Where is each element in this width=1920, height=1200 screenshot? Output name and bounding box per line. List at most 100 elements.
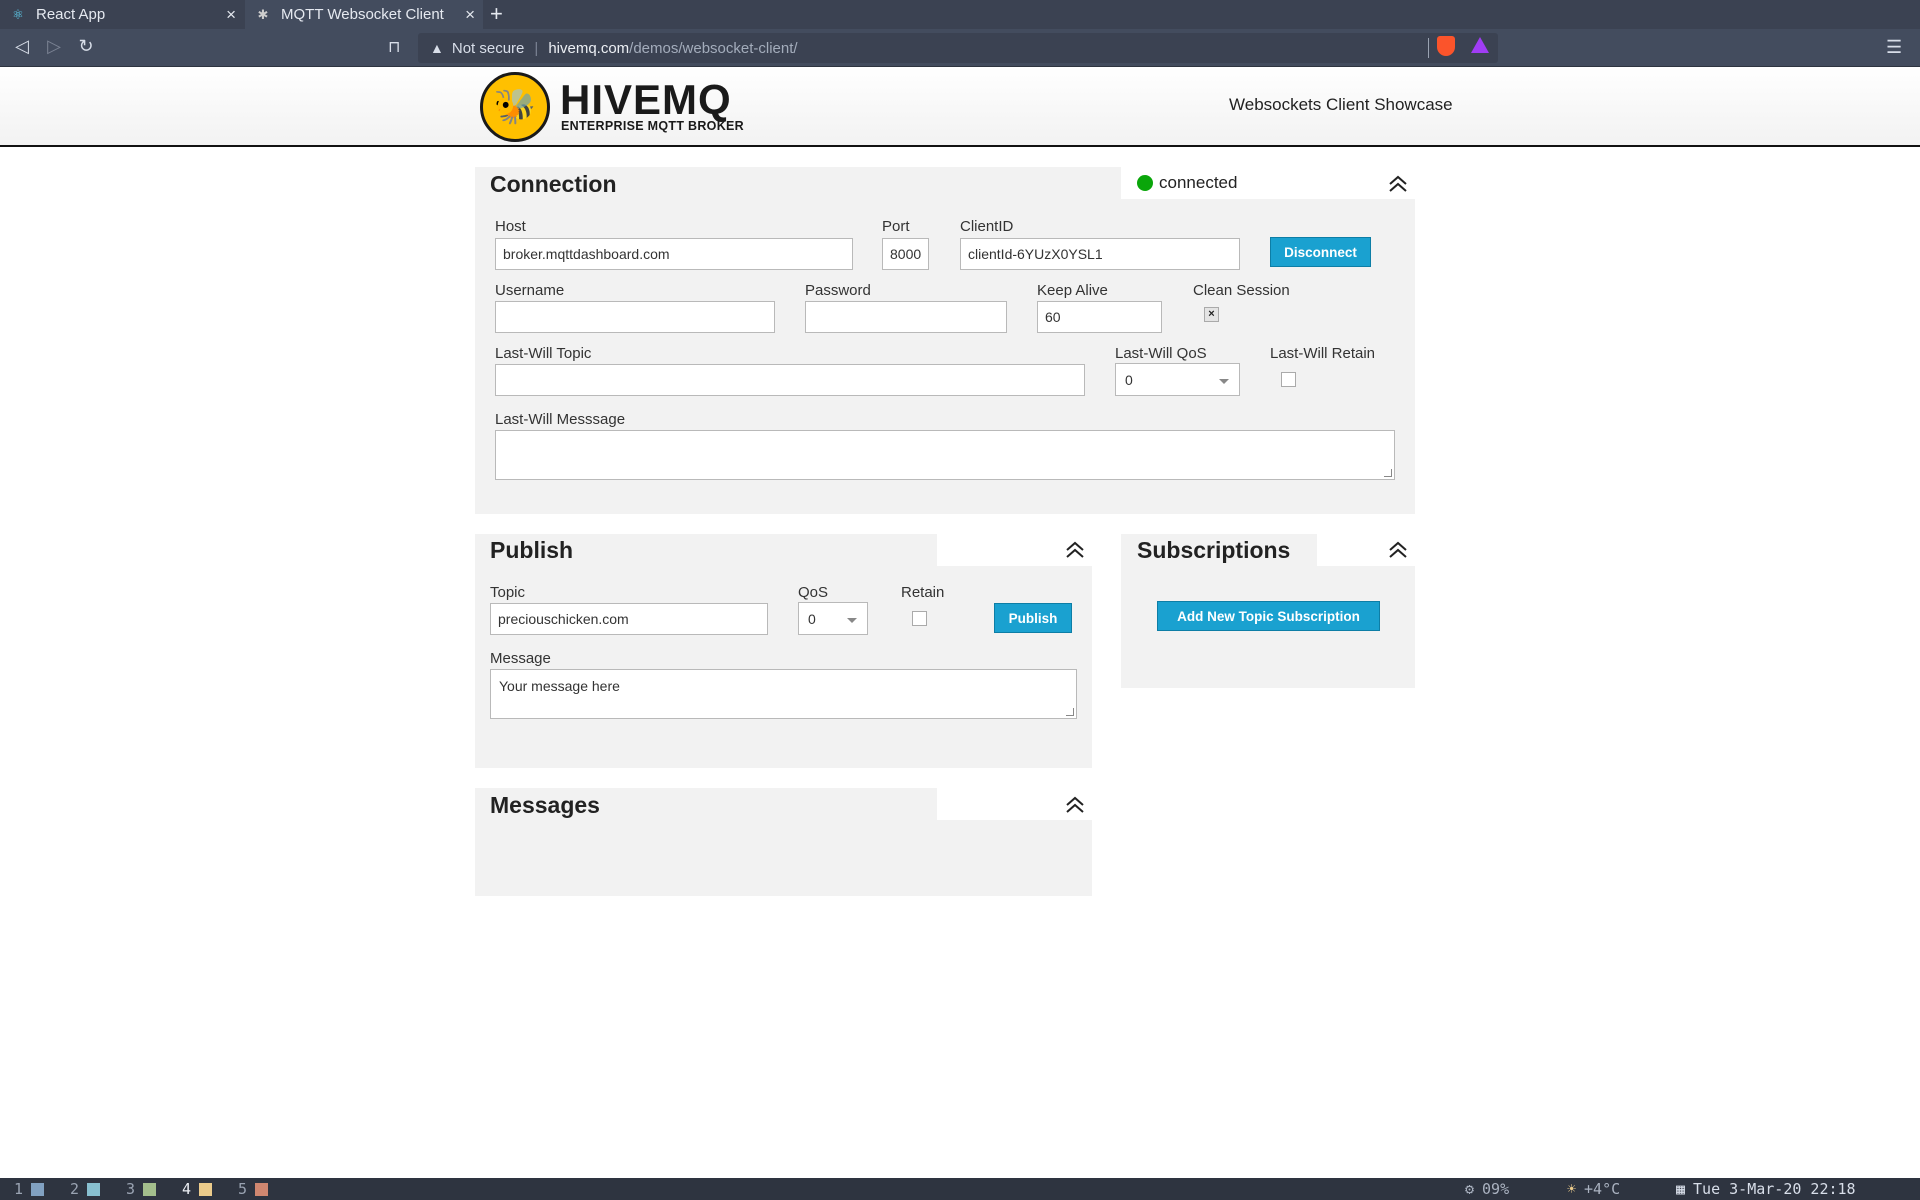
- clean-session-label: Clean Session: [1193, 282, 1290, 299]
- port-label: Port: [882, 218, 910, 235]
- system-taskbar: 1 2 3 4 5 ⚙ 09% ☀ +4°C ▦ Tue 3-Mar-20 22:18: [0, 1178, 1920, 1200]
- lw-topic-label: Last-Will Topic: [495, 345, 592, 362]
- datetime-value: Tue 3-Mar-20 22:18: [1693, 1180, 1856, 1198]
- showcase-title: Websockets Client Showcase: [1229, 95, 1453, 114]
- collapse-connection-icon[interactable]: [1387, 173, 1409, 195]
- workspace-3[interactable]: 3: [126, 1180, 157, 1198]
- workspace-number: 4: [182, 1180, 192, 1198]
- messages-title: Messages: [490, 792, 600, 818]
- publish-button[interactable]: Publish: [994, 603, 1072, 633]
- qos-value: 0: [808, 611, 816, 627]
- lw-retain-checkbox[interactable]: [1281, 372, 1296, 387]
- topic-input[interactable]: preciouschicken.com: [490, 603, 768, 635]
- react-icon: ⚛: [12, 6, 24, 22]
- workspace-2[interactable]: 2: [70, 1180, 101, 1198]
- site-header: 🐝 HIVEMQ ENTERPRISE MQTT BROKER Websocke…: [0, 67, 1920, 147]
- calendar-icon: ▦: [1676, 1180, 1686, 1198]
- workspace-1[interactable]: 1: [14, 1180, 45, 1198]
- cpu-indicator: ⚙ 09%: [1465, 1180, 1509, 1198]
- retain-checkbox[interactable]: [912, 611, 927, 626]
- connection-status: connected: [1159, 173, 1238, 192]
- reload-icon[interactable]: ↻: [74, 36, 98, 57]
- tab-mqtt-websocket-client[interactable]: ✱ MQTT Websocket Client ×: [245, 0, 483, 29]
- toolbar-divider: [1428, 38, 1429, 58]
- gear-icon: ⚙: [1465, 1180, 1475, 1198]
- workspace-color-icon: [87, 1182, 101, 1196]
- browser-tab-bar: ⚛ React App × ✱ MQTT Websocket Client × …: [0, 0, 1920, 29]
- workspace-color-icon: [255, 1182, 269, 1196]
- warning-icon: ▲: [430, 40, 444, 56]
- collapse-publish-icon[interactable]: [1064, 539, 1086, 561]
- tab-title: React App: [36, 6, 106, 23]
- collapse-subscriptions-icon[interactable]: [1387, 539, 1409, 561]
- qos-select[interactable]: 0: [798, 602, 868, 635]
- logo-subtitle: ENTERPRISE MQTT BROKER: [561, 119, 744, 133]
- add-subscription-button[interactable]: Add New Topic Subscription: [1157, 601, 1380, 631]
- clean-session-checkbox[interactable]: ×: [1204, 307, 1219, 322]
- brave-shields-icon[interactable]: [1437, 36, 1455, 56]
- lw-message-textarea[interactable]: [495, 430, 1395, 480]
- collapse-messages-icon[interactable]: [1064, 794, 1086, 816]
- host-label: Host: [495, 218, 526, 235]
- workspace-color-icon: [31, 1182, 45, 1196]
- workspace-color-icon: [143, 1182, 157, 1196]
- subscriptions-title: Subscriptions: [1137, 537, 1291, 563]
- close-icon[interactable]: ×: [226, 5, 236, 25]
- disconnect-button[interactable]: Disconnect: [1270, 237, 1371, 267]
- message-textarea[interactable]: Your message here: [490, 669, 1077, 719]
- hivemq-favicon-icon: ✱: [257, 6, 269, 22]
- publish-panel: [475, 534, 1092, 768]
- keepalive-input[interactable]: 60: [1037, 301, 1162, 333]
- close-icon[interactable]: ×: [465, 5, 475, 25]
- hivemq-bee-logo-icon[interactable]: 🐝: [480, 72, 550, 142]
- publish-title: Publish: [490, 537, 574, 563]
- host-input[interactable]: broker.mqttdashboard.com: [495, 238, 853, 270]
- forward-icon[interactable]: ▷: [42, 36, 66, 57]
- tab-title: MQTT Websocket Client: [281, 6, 444, 23]
- resize-grip-icon[interactable]: [1066, 708, 1074, 716]
- username-label: Username: [495, 282, 565, 299]
- workspace-5[interactable]: 5: [238, 1180, 269, 1198]
- resize-grip-icon[interactable]: [1384, 469, 1392, 477]
- lw-qos-label: Last-Will QoS: [1115, 345, 1207, 362]
- browser-nav-bar: ◁ ▷ ↻ ⊓ ▲ Not secure | hivemq.com/demos/…: [0, 29, 1920, 67]
- lw-qos-value: 0: [1125, 372, 1133, 388]
- connection-title: Connection: [490, 171, 617, 197]
- bookmark-icon[interactable]: ⊓: [388, 37, 400, 57]
- url-path: /demos/websocket-client/: [629, 39, 798, 57]
- chevron-down-icon: [1219, 379, 1229, 384]
- lw-topic-input[interactable]: [495, 364, 1085, 396]
- clientid-label: ClientID: [960, 218, 1014, 235]
- lw-retain-label: Last-Will Retain: [1270, 345, 1376, 362]
- clientid-input[interactable]: clientId-6YUzX0YSL1: [960, 238, 1240, 270]
- url-host: hivemq.com: [548, 39, 630, 57]
- clock: ▦ Tue 3-Mar-20 22:18: [1676, 1180, 1856, 1198]
- hamburger-menu-icon[interactable]: ☰: [1886, 37, 1902, 58]
- message-value: Your message here: [499, 678, 620, 694]
- workspace-number: 5: [238, 1180, 248, 1198]
- workspace-color-icon: [199, 1182, 213, 1196]
- sun-icon: ☀: [1567, 1180, 1577, 1198]
- back-icon[interactable]: ◁: [10, 36, 34, 57]
- message-label: Message: [490, 650, 551, 667]
- workspace-4[interactable]: 4: [182, 1180, 213, 1198]
- security-label: Not secure: [451, 39, 525, 57]
- new-tab-button[interactable]: +: [490, 1, 503, 27]
- workspace-number: 3: [126, 1180, 136, 1198]
- username-input[interactable]: [495, 301, 775, 333]
- brave-rewards-icon[interactable]: [1471, 37, 1489, 53]
- temperature-value: +4°C: [1584, 1180, 1621, 1198]
- url-separator: |: [534, 39, 539, 57]
- password-input[interactable]: [805, 301, 1007, 333]
- qos-label: QoS: [798, 584, 829, 601]
- keepalive-label: Keep Alive: [1037, 282, 1108, 299]
- lw-qos-select[interactable]: 0: [1115, 363, 1240, 396]
- address-bar[interactable]: ▲ Not secure | hivemq.com/demos/websocke…: [418, 33, 1498, 63]
- tab-react-app[interactable]: ⚛ React App ×: [0, 0, 244, 29]
- lw-message-label: Last-Will Messsage: [495, 411, 626, 428]
- logo-text[interactable]: HIVEMQ: [560, 79, 732, 121]
- password-label: Password: [805, 282, 871, 299]
- port-input[interactable]: 8000: [882, 238, 929, 270]
- retain-label: Retain: [901, 584, 945, 601]
- workspace-number: 1: [14, 1180, 24, 1198]
